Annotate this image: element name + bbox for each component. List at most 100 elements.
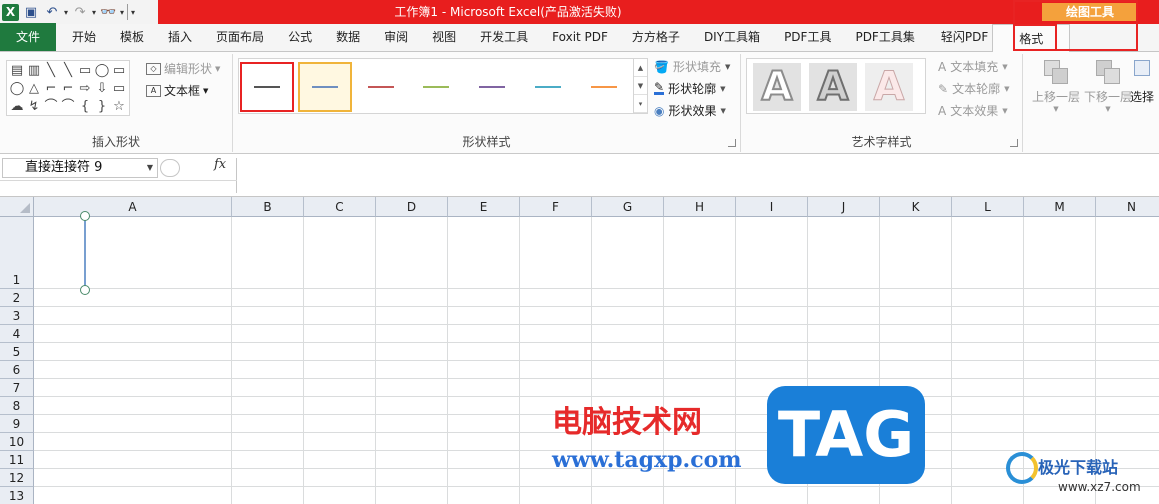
scroll-down-icon[interactable]: ▼ (634, 77, 647, 95)
shape-style-4[interactable] (409, 62, 463, 112)
row-header-4[interactable]: 4 (0, 325, 34, 343)
shape-style-3[interactable] (354, 62, 408, 112)
undo-icon[interactable]: ↶ (43, 3, 61, 21)
redo-dropdown-icon[interactable]: ▾ (92, 8, 96, 17)
wordart-style-2[interactable]: A (809, 63, 857, 111)
name-box-resize-handle[interactable] (160, 159, 180, 177)
save-icon[interactable]: ▣ (22, 3, 40, 21)
shape-style-2[interactable] (298, 62, 352, 112)
tab-foxit-pdf[interactable]: Foxit PDF (540, 23, 620, 51)
wordart-gallery[interactable]: A A A (746, 58, 926, 114)
shape-textbox-icon[interactable]: ▤ (9, 62, 25, 80)
shapes-gallery[interactable]: ▤ ▥ ╲ ╲ ▭ ◯ ▭ ◯ △ ⌐ ⌐ ⇨ ⇩ ▭ ☁ ↯ ⌒ ⌒ { } … (6, 60, 130, 116)
column-header-n[interactable]: N (1096, 197, 1159, 217)
expand-gallery-icon[interactable]: ▾ (634, 95, 647, 113)
column-header-g[interactable]: G (592, 197, 664, 217)
scroll-up-icon[interactable]: ▲ (634, 59, 647, 77)
text-effects-button[interactable]: A 文本效果 ▼ (938, 102, 1008, 119)
find-dropdown-icon[interactable]: ▾ (120, 8, 124, 17)
shape-rectangle-icon[interactable]: ▭ (77, 62, 93, 80)
tab-template[interactable]: 模板 (108, 23, 156, 51)
tab-insert[interactable]: 插入 (156, 23, 204, 51)
row-header-3[interactable]: 3 (0, 307, 34, 325)
tab-pdf-toolset[interactable]: PDF工具集 (843, 23, 926, 51)
column-header-i[interactable]: I (736, 197, 808, 217)
column-header-c[interactable]: C (304, 197, 376, 217)
row-header-8[interactable]: 8 (0, 397, 34, 415)
shape-style-6[interactable] (521, 62, 575, 112)
find-icon[interactable]: 👓 (99, 3, 117, 21)
tab-format[interactable]: 格式 (992, 24, 1071, 52)
shape-arrow-line-icon[interactable]: ╲ (60, 62, 76, 80)
row-header-1[interactable]: 1 (0, 217, 34, 289)
excel-app-icon[interactable]: X (2, 3, 19, 21)
column-header-f[interactable]: F (520, 197, 592, 217)
column-header-j[interactable]: J (808, 197, 880, 217)
wordart-style-3[interactable]: A (865, 63, 913, 111)
straight-connector-shape[interactable] (74, 210, 96, 300)
redo-icon[interactable]: ↷ (71, 3, 89, 21)
shape-arc-icon[interactable]: ⌒ (43, 98, 59, 116)
tab-view[interactable]: 视图 (420, 23, 468, 51)
row-header-13[interactable]: 13 (0, 487, 34, 504)
tab-fangfang[interactable]: 方方格子 (620, 23, 692, 51)
shape-effects-button[interactable]: ◉ 形状效果 ▼ (654, 102, 726, 119)
bring-forward-button[interactable]: 上移一层 ▼ (1026, 58, 1086, 128)
column-header-m[interactable]: M (1024, 197, 1096, 217)
tab-data[interactable]: 数据 (324, 23, 372, 51)
column-header-b[interactable]: B (232, 197, 304, 217)
shape-callout-icon[interactable]: ▭ (111, 80, 127, 98)
name-box[interactable]: 直接连接符 9 ▼ (2, 158, 158, 178)
insert-function-icon[interactable]: fx (214, 157, 226, 172)
shape-elbow-arrow-icon[interactable]: ⌐ (60, 80, 76, 98)
column-header-e[interactable]: E (448, 197, 520, 217)
column-header-k[interactable]: K (880, 197, 952, 217)
send-backward-button[interactable]: 下移一层 ▼ (1078, 58, 1138, 128)
shape-right-brace-icon[interactable]: } (94, 98, 110, 116)
tab-formulas[interactable]: 公式 (276, 23, 324, 51)
row-header-9[interactable]: 9 (0, 415, 34, 433)
tab-page-layout[interactable]: 页面布局 (204, 23, 276, 51)
formula-input[interactable] (240, 158, 1157, 193)
shape-circle-icon[interactable]: ◯ (9, 80, 25, 98)
selection-pane-button[interactable]: 选择 (1130, 58, 1159, 128)
shape-outline-button[interactable]: ✎ 形状轮廓 ▼ (654, 80, 725, 97)
connector-start-handle[interactable] (80, 211, 90, 221)
tab-file[interactable]: 文件 (0, 23, 56, 51)
text-fill-button[interactable]: A 文本填充 ▼ (938, 58, 1008, 75)
shape-left-brace-icon[interactable]: { (77, 98, 93, 116)
select-all-corner[interactable] (0, 197, 34, 217)
chevron-down-icon[interactable]: ▼ (147, 159, 153, 177)
column-header-l[interactable]: L (952, 197, 1024, 217)
text-outline-button[interactable]: ✎ 文本轮廓 ▼ (938, 80, 1009, 97)
customize-qat-icon[interactable]: ▾ (131, 8, 135, 17)
row-header-11[interactable]: 11 (0, 451, 34, 469)
column-header-h[interactable]: H (664, 197, 736, 217)
shape-style-7[interactable] (577, 62, 631, 112)
row-header-2[interactable]: 2 (0, 289, 34, 307)
tab-pdf-tools[interactable]: PDF工具 (772, 23, 843, 51)
tab-developer[interactable]: 开发工具 (468, 23, 540, 51)
row-header-5[interactable]: 5 (0, 343, 34, 361)
row-header-12[interactable]: 12 (0, 469, 34, 487)
shape-cloud-icon[interactable]: ☁ (9, 98, 25, 116)
tab-qingshan-pdf[interactable]: 轻闪PDF (927, 23, 992, 51)
shape-star-icon[interactable]: ☆ (111, 98, 127, 116)
tab-review[interactable]: 审阅 (372, 23, 420, 51)
shape-styles-gallery[interactable]: ▲ ▼ ▾ (238, 58, 648, 114)
column-header-d[interactable]: D (376, 197, 448, 217)
shape-line-icon[interactable]: ╲ (43, 62, 59, 80)
shape-elbow-connector-icon[interactable]: ⌐ (43, 80, 59, 98)
row-header-7[interactable]: 7 (0, 379, 34, 397)
row-header-10[interactable]: 10 (0, 433, 34, 451)
shape-rounded-rect-icon[interactable]: ▭ (111, 62, 127, 80)
shape-fill-button[interactable]: 🪣 形状填充 ▼ (654, 58, 730, 75)
shape-vertical-textbox-icon[interactable]: ▥ (26, 62, 42, 80)
connector-end-handle[interactable] (80, 285, 90, 295)
wordart-style-1[interactable]: A (753, 63, 801, 111)
shape-right-arrow-icon[interactable]: ⇨ (77, 80, 93, 98)
shape-curve-icon[interactable]: ⌒ (60, 98, 76, 116)
shape-style-1[interactable] (240, 62, 294, 112)
column-header-a[interactable]: A (34, 197, 232, 217)
tab-diy-toolbox[interactable]: DIY工具箱 (692, 23, 772, 51)
